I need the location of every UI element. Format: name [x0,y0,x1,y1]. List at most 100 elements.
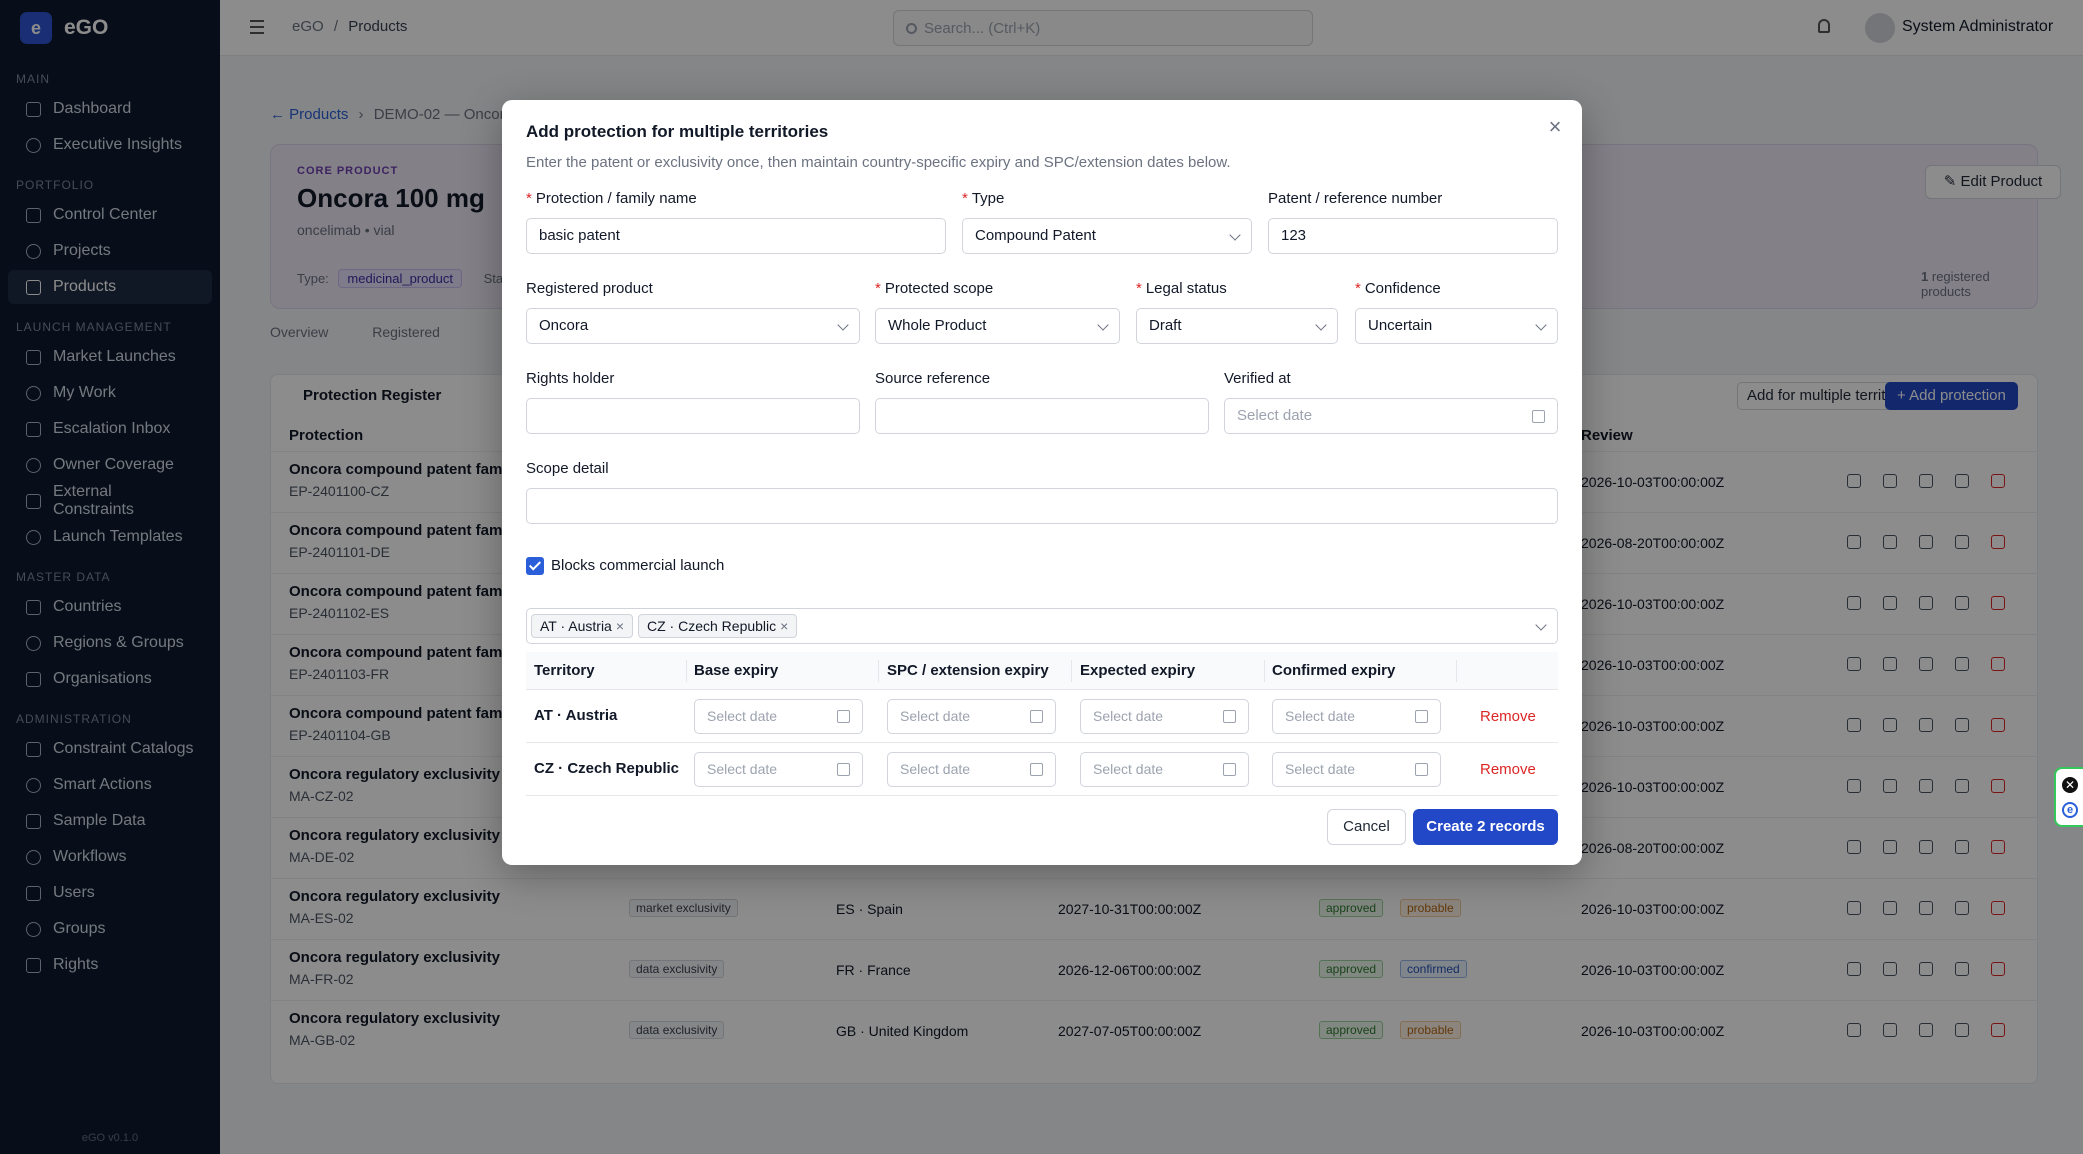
scope-detail-input[interactable] [526,488,1558,524]
column-divider [686,660,687,682]
territory-chip: CZ · Czech Republic × [638,614,798,638]
date-placeholder: Select date [707,761,778,777]
date-placeholder: Select date [1093,761,1164,777]
confidence-label: * Confidence [1355,280,1441,297]
type-value: Compound Patent [975,227,1096,244]
verified-at-placeholder: Select date [1237,407,1313,424]
chevron-down-icon [1535,619,1547,631]
column-divider [1456,660,1457,682]
date-placeholder: Select date [900,708,971,724]
calendar-icon [1030,710,1043,723]
add-protection-modal: Add protection for multiple territories … [502,100,1582,865]
protected-scope-value: Whole Product [888,317,987,334]
col-confirmed-expiry: Confirmed expiry [1272,662,1396,679]
chip-remove-icon[interactable]: × [780,618,788,634]
column-divider [878,660,879,682]
col-base-expiry: Base expiry [694,662,779,679]
reference-input[interactable]: 123 [1268,218,1558,254]
calendar-icon [837,763,850,776]
territory-name: CZ · Czech Republic [534,760,680,777]
create-records-button[interactable]: Create 2 records [1413,809,1558,845]
chip-label: CZ · Czech Republic [647,618,777,634]
blocks-launch-label[interactable]: Blocks commercial launch [551,557,724,574]
calendar-icon [1415,710,1428,723]
verified-at-label: Verified at [1224,370,1291,387]
modal-title: Add protection for multiple territories [526,122,829,141]
date-picker[interactable]: Select date [887,752,1056,787]
date-placeholder: Select date [1285,761,1356,777]
chip-remove-icon[interactable]: × [616,618,624,634]
calendar-icon [1223,763,1236,776]
territory-name: AT · Austria [534,707,618,724]
date-picker[interactable]: Select date [1080,699,1249,734]
chevron-down-icon [1315,319,1327,331]
protected-scope-label: * Protected scope [875,280,993,297]
confidence-label-text: Confidence [1364,280,1441,297]
rights-holder-input[interactable] [526,398,860,434]
type-label-text: Type [971,190,1005,207]
family-name-label-text: Protection / family name [535,190,697,207]
legal-status-select[interactable]: Draft [1136,308,1338,344]
territory-row: CZ · Czech Republic Select date Select da… [526,743,1558,796]
calendar-icon [1532,410,1545,423]
required-mark: * [1355,280,1361,297]
date-placeholder: Select date [707,708,778,724]
territory-row: AT · Austria Select date Select date Selec… [526,690,1558,743]
calendar-icon [1223,710,1236,723]
column-divider [1071,660,1072,682]
col-territory: Territory [534,662,595,679]
date-placeholder: Select date [1093,708,1164,724]
calendar-icon [1415,763,1428,776]
chip-label: AT · Austria [540,618,612,634]
date-placeholder: Select date [1285,708,1356,724]
protected-scope-label-text: Protected scope [884,280,994,297]
chevron-down-icon [1229,229,1241,241]
verified-at-datepicker[interactable]: Select date [1224,398,1558,434]
col-spc-expiry: SPC / extension expiry [887,662,1049,679]
calendar-icon [1030,763,1043,776]
family-name-label: * Protection / family name [526,190,697,207]
date-picker[interactable]: Select date [694,752,863,787]
registered-product-label: Registered product [526,280,653,297]
type-select[interactable]: Compound Patent [962,218,1252,254]
protected-scope-select[interactable]: Whole Product [875,308,1120,344]
remove-territory-button[interactable]: Remove [1480,708,1536,725]
blocks-launch-checkbox[interactable] [526,557,544,575]
date-picker[interactable]: Select date [1272,699,1441,734]
date-picker[interactable]: Select date [1080,752,1249,787]
territory-multiselect[interactable]: AT · Austria × CZ · Czech Republic × [526,608,1558,644]
confidence-select[interactable]: Uncertain [1355,308,1558,344]
legal-status-label-text: Legal status [1145,280,1227,297]
modal-description: Enter the patent or exclusivity once, th… [526,154,1231,171]
registered-product-select[interactable]: Oncora [526,308,860,344]
reference-label: Patent / reference number [1268,190,1443,207]
cancel-button[interactable]: Cancel [1327,809,1406,845]
col-expected-expiry: Expected expiry [1080,662,1196,679]
side-widget: ✕ e [2054,767,2083,827]
close-icon[interactable]: × [1546,116,1564,138]
required-mark: * [526,190,532,207]
date-picker[interactable]: Select date [887,699,1056,734]
chevron-down-icon [1535,319,1547,331]
close-icon[interactable]: ✕ [2062,777,2078,793]
date-picker[interactable]: Select date [694,699,863,734]
type-label: * Type [962,190,1004,207]
family-name-input[interactable]: basic patent [526,218,946,254]
legal-status-label: * Legal status [1136,280,1227,297]
required-mark: * [1136,280,1142,297]
column-divider [1264,660,1265,682]
required-mark: * [962,190,968,207]
date-placeholder: Select date [900,761,971,777]
source-reference-input[interactable] [875,398,1209,434]
scope-detail-label: Scope detail [526,460,609,477]
confidence-value: Uncertain [1368,317,1433,334]
registered-product-value: Oncora [539,317,589,334]
chevron-down-icon [837,319,849,331]
assistant-icon[interactable]: e [2062,802,2078,818]
territory-table-header: Territory Base expiry SPC / extension ex… [526,652,1558,690]
remove-territory-button[interactable]: Remove [1480,761,1536,778]
legal-status-value: Draft [1149,317,1182,334]
required-mark: * [875,280,881,297]
calendar-icon [837,710,850,723]
date-picker[interactable]: Select date [1272,752,1441,787]
